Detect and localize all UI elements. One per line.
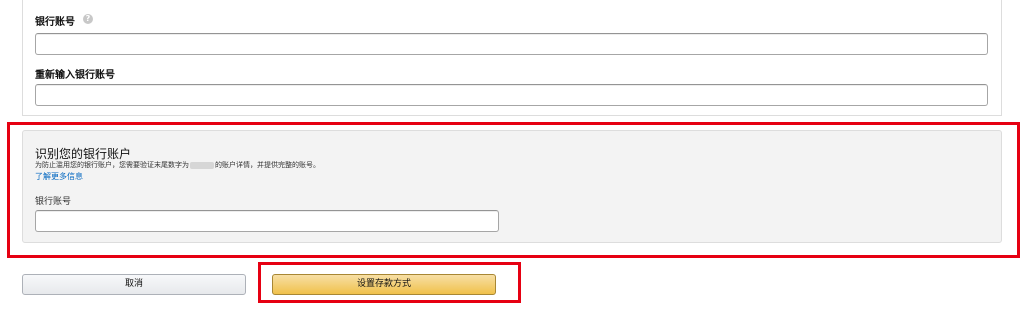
set-deposit-method-button[interactable]: 设置存款方式: [272, 274, 496, 295]
help-icon[interactable]: ?: [83, 14, 93, 24]
cancel-button[interactable]: 取消: [22, 274, 246, 295]
reenter-account-number-label: 重新输入银行账号: [35, 70, 115, 81]
verification-highlight-frame: [7, 122, 1020, 258]
bank-account-form: 银行账号 ? 重新输入银行账号: [22, 0, 1002, 116]
account-number-label: 银行账号: [35, 17, 75, 28]
reenter-account-number-input[interactable]: [35, 84, 988, 106]
account-number-input[interactable]: [35, 33, 988, 55]
